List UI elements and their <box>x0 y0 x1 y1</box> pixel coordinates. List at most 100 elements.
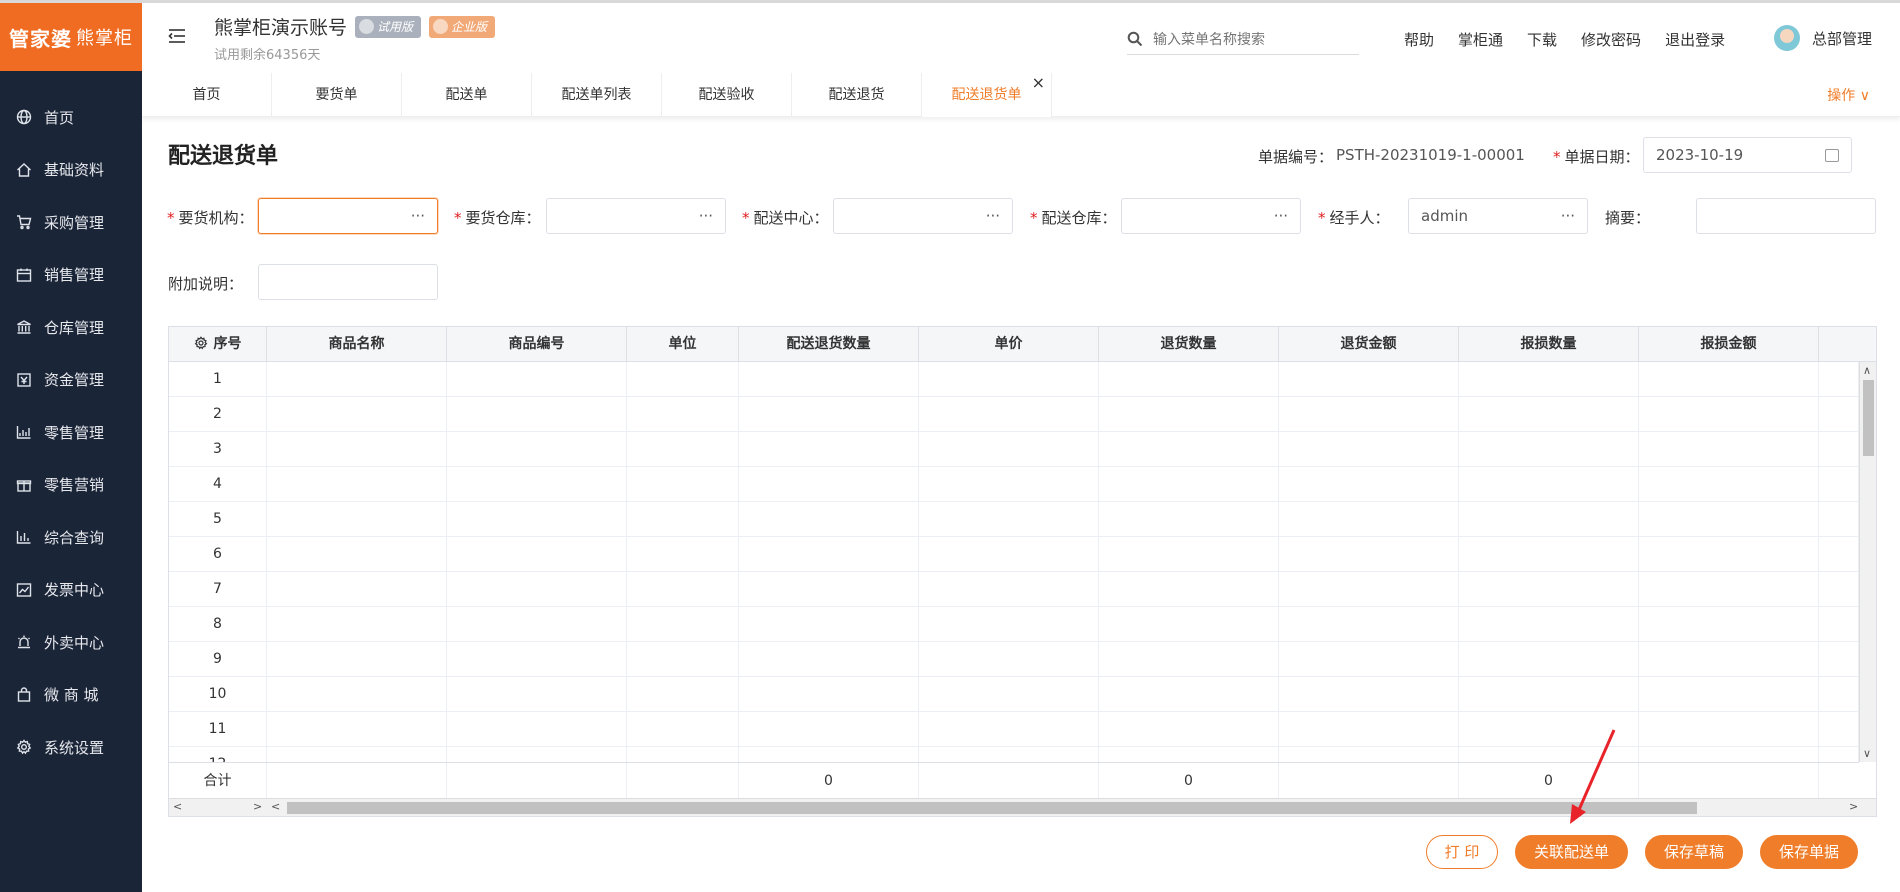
grid-cell[interactable] <box>1099 432 1279 467</box>
grid-cell[interactable] <box>919 642 1099 677</box>
col-refund-amount[interactable]: 退货金额 <box>1279 327 1459 362</box>
grid-cell[interactable] <box>1279 502 1459 537</box>
grid-cell[interactable] <box>739 642 919 677</box>
sidebar-item-query[interactable]: 综合查询 <box>0 511 142 564</box>
grid-cell[interactable] <box>1819 642 1859 677</box>
grid-cell[interactable] <box>1099 607 1279 642</box>
note-field[interactable] <box>258 264 438 300</box>
grid-cell[interactable] <box>739 537 919 572</box>
grid-cell[interactable] <box>1099 642 1279 677</box>
grid-cell[interactable] <box>267 607 447 642</box>
col-damage-amount[interactable]: 报损金额 <box>1639 327 1819 362</box>
grid-cell[interactable] <box>1459 362 1639 397</box>
horizontal-scroll-thumb[interactable] <box>287 802 1697 814</box>
grid-cell[interactable] <box>919 432 1099 467</box>
grid-cell[interactable] <box>1279 747 1459 762</box>
grid-cell[interactable] <box>1639 397 1819 432</box>
grid-cell[interactable] <box>1279 642 1459 677</box>
sidebar-item-basic-data[interactable]: 基础资料 <box>0 144 142 197</box>
grid-cell[interactable] <box>739 572 919 607</box>
search-input[interactable] <box>1153 27 1353 51</box>
user-menu[interactable]: 总部管理 <box>1774 25 1872 51</box>
grid-cell[interactable] <box>627 397 739 432</box>
grid-cell[interactable] <box>447 432 627 467</box>
grid-cell[interactable] <box>627 712 739 747</box>
summary-field[interactable] <box>1696 198 1876 234</box>
grid-cell[interactable] <box>739 397 919 432</box>
grid-cell[interactable] <box>1819 747 1859 762</box>
grid-cell[interactable] <box>739 712 919 747</box>
grid-cell[interactable] <box>1279 397 1459 432</box>
grid-cell[interactable] <box>1459 502 1639 537</box>
col-unit-price[interactable]: 单价 <box>919 327 1099 362</box>
grid-cell[interactable] <box>1279 432 1459 467</box>
grid-cell[interactable] <box>627 747 739 762</box>
grid-cell[interactable] <box>739 677 919 712</box>
grid-cell[interactable] <box>267 572 447 607</box>
grid-cell[interactable] <box>627 572 739 607</box>
table-row[interactable]: 3 <box>169 432 1859 467</box>
grid-cell[interactable] <box>1279 677 1459 712</box>
grid-cell[interactable] <box>1819 467 1859 502</box>
grid-cell[interactable] <box>447 397 627 432</box>
grid-cell[interactable] <box>1639 747 1819 762</box>
more-icon[interactable]: ··· <box>1274 199 1288 233</box>
save-doc-button[interactable]: 保存单据 <box>1760 835 1858 869</box>
tab-order-request[interactable]: 要货单 <box>272 73 402 117</box>
grid-cell[interactable] <box>1459 747 1639 762</box>
more-icon[interactable]: ··· <box>1561 199 1575 233</box>
grid-cell[interactable] <box>919 747 1099 762</box>
grid-cell[interactable] <box>1279 712 1459 747</box>
grid-cell[interactable] <box>1099 502 1279 537</box>
grid-cell[interactable] <box>1279 537 1459 572</box>
tab-delivery-return-doc[interactable]: 配送退货单 × <box>922 73 1052 117</box>
grid-cell[interactable] <box>739 362 919 397</box>
logout-link[interactable]: 退出登录 <box>1665 29 1725 50</box>
horizontal-scrollbar[interactable]: < > < > <box>169 798 1876 816</box>
col-product-name[interactable]: 商品名称 <box>267 327 447 362</box>
scroll-right-icon[interactable]: > <box>253 800 262 813</box>
grid-cell[interactable] <box>1819 432 1859 467</box>
grid-cell[interactable] <box>1459 537 1639 572</box>
grid-cell[interactable] <box>627 642 739 677</box>
grid-cell[interactable] <box>267 677 447 712</box>
grid-cell[interactable] <box>1639 572 1819 607</box>
table-row[interactable]: 8 <box>169 607 1859 642</box>
grid-cell[interactable] <box>1639 537 1819 572</box>
grid-cell[interactable] <box>267 712 447 747</box>
vertical-scrollbar[interactable]: ∧ ∨ <box>1859 362 1876 762</box>
grid-cell[interactable] <box>1639 467 1819 502</box>
grid-cell[interactable] <box>739 502 919 537</box>
sidebar-item-takeout[interactable]: 外卖中心 <box>0 616 142 669</box>
sidebar-item-settings[interactable]: 系统设置 <box>0 721 142 774</box>
tab-home[interactable]: 首页 <box>142 73 272 117</box>
grid-cell[interactable] <box>1099 537 1279 572</box>
doc-date-picker[interactable]: 2023-10-19 <box>1643 137 1852 173</box>
grid-cell[interactable] <box>1459 397 1639 432</box>
grid-cell[interactable] <box>267 747 447 762</box>
handler-field[interactable]: admin ··· <box>1408 198 1588 234</box>
more-icon[interactable]: ··· <box>411 199 425 233</box>
grid-cell[interactable] <box>447 467 627 502</box>
sidebar-item-invoice[interactable]: 发票中心 <box>0 564 142 617</box>
grid-cell[interactable] <box>267 502 447 537</box>
scroll-left-icon[interactable]: < <box>271 800 280 813</box>
sidebar-item-micro-mall[interactable]: 微 商 城 <box>0 669 142 722</box>
grid-cell[interactable] <box>1639 432 1819 467</box>
grid-cell[interactable] <box>1639 712 1819 747</box>
sidebar-item-finance[interactable]: 资金管理 <box>0 354 142 407</box>
grid-cell[interactable] <box>1459 677 1639 712</box>
req-org-field[interactable]: ··· <box>258 198 438 234</box>
grid-cell[interactable] <box>447 572 627 607</box>
grid-cell[interactable] <box>919 607 1099 642</box>
grid-cell[interactable] <box>919 502 1099 537</box>
scroll-left-icon[interactable]: < <box>173 800 182 813</box>
grid-cell[interactable] <box>1279 467 1459 502</box>
grid-cell[interactable] <box>919 572 1099 607</box>
table-row[interactable]: 10 <box>169 677 1859 712</box>
grid-cell[interactable] <box>919 362 1099 397</box>
grid-cell[interactable] <box>1819 572 1859 607</box>
grid-cell[interactable] <box>1459 467 1639 502</box>
grid-cell[interactable] <box>267 642 447 677</box>
zhanggui-link[interactable]: 掌柜通 <box>1458 29 1503 50</box>
